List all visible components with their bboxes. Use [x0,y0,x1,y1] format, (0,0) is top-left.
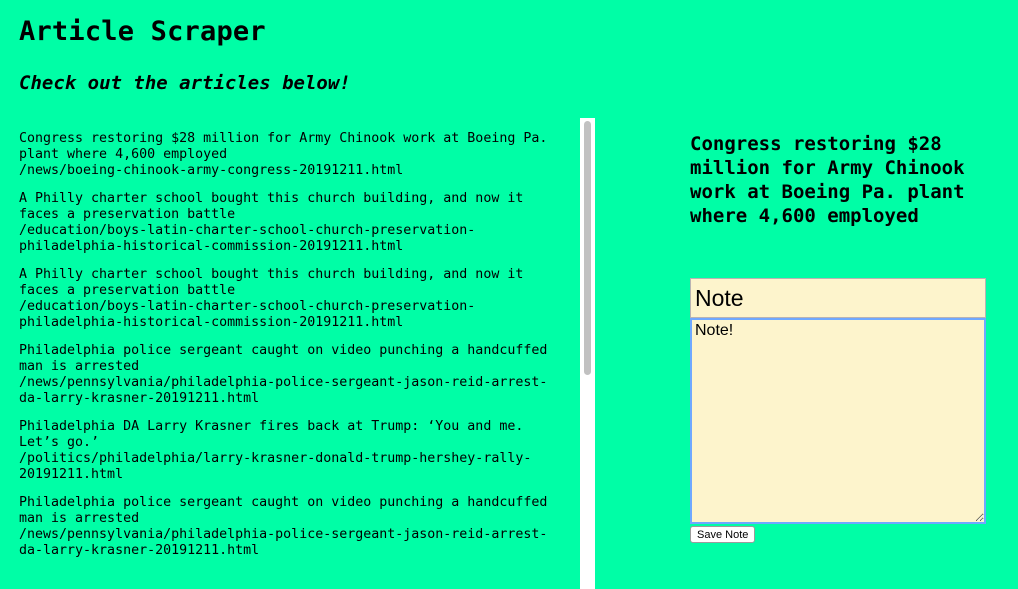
article-item[interactable]: A Philly charter school bought this chur… [19,267,560,331]
article-title[interactable]: A Philly charter school bought this chur… [19,267,560,299]
article-link[interactable]: /education/boys-latin-charter-school-chu… [19,299,560,331]
article-item[interactable]: Philadelphia DA Larry Krasner fires back… [19,419,560,483]
page-subtitle: Check out the articles below! [19,72,351,94]
article-link[interactable]: /news/pennsylvania/philadelphia-police-s… [19,527,560,559]
note-title-input[interactable] [690,278,986,318]
article-link[interactable]: /education/boys-latin-charter-school-chu… [19,223,560,255]
article-title[interactable]: A Philly charter school bought this chur… [19,191,560,223]
article-link[interactable]: /politics/philadelphia/larry-krasner-don… [19,451,560,483]
save-note-button[interactable]: Save Note [690,526,756,543]
article-title[interactable]: Congress restoring $28 million for Army … [19,131,560,163]
article-list-scrollbar[interactable] [580,118,595,589]
article-title[interactable]: Philadelphia DA Larry Krasner fires back… [19,419,560,451]
scrollbar-thumb[interactable] [584,121,591,375]
article-title[interactable]: Philadelphia police sergeant caught on v… [19,495,560,527]
article-item[interactable]: Philadelphia police sergeant caught on v… [19,343,560,407]
article-link[interactable]: /news/boeing-chinook-army-congress-20191… [19,163,560,179]
page-title: Article Scraper [19,16,266,47]
note-body-input[interactable]: Note! [690,318,986,524]
note-panel: Congress restoring $28 million for Army … [690,132,990,543]
note-article-title: Congress restoring $28 million for Army … [690,133,965,227]
article-item[interactable]: Congress restoring $28 million for Army … [19,131,560,179]
article-item[interactable]: A Philly charter school bought this chur… [19,191,560,255]
article-title[interactable]: Philadelphia police sergeant caught on v… [19,343,560,375]
article-item[interactable]: Philadelphia police sergeant caught on v… [19,495,560,559]
article-link[interactable]: /news/pennsylvania/philadelphia-police-s… [19,375,560,407]
article-list[interactable]: Congress restoring $28 million for Army … [0,118,580,589]
